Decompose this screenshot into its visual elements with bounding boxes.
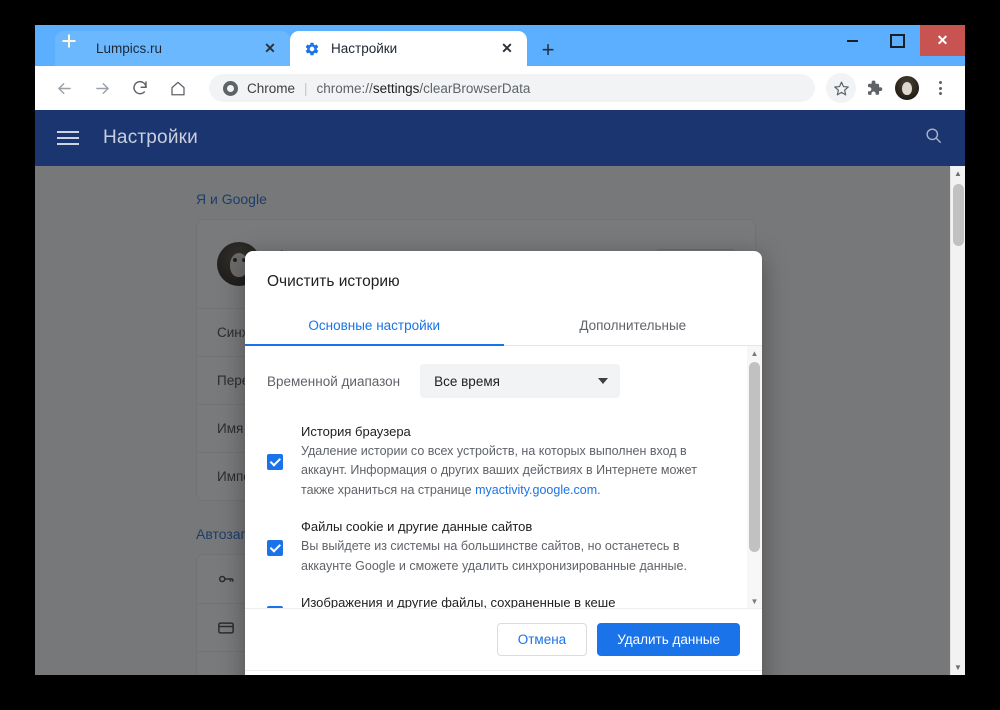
tab-advanced[interactable]: Дополнительные — [504, 305, 763, 345]
scroll-down-arrow-icon[interactable]: ▼ — [747, 594, 762, 608]
time-range-value: Все время — [434, 373, 500, 389]
cancel-button[interactable]: Отмена — [496, 623, 588, 656]
checkbox-item-cached-images[interactable]: Изображения и другие файлы, сохраненные … — [267, 594, 732, 609]
checkbox-description: Вы выйдете из системы на большинстве сай… — [301, 539, 687, 573]
browser-window: Lumpics.ru ✕ Настройки ✕ + ✕ Chrome | ch… — [35, 25, 965, 675]
address-bar[interactable]: Chrome | chrome://settings/clearBrowserD… — [209, 74, 815, 102]
tab-title: Lumpics.ru — [96, 41, 163, 56]
maximize-button[interactable] — [875, 25, 920, 56]
page-title: Настройки — [103, 127, 198, 148]
checkbox-browsing-history[interactable] — [267, 454, 283, 471]
page-scrollbar[interactable]: ▲ ▼ — [950, 166, 965, 675]
chevron-down-icon — [598, 378, 609, 384]
time-range-label: Временной диапазон — [267, 373, 401, 389]
browser-menu-icon[interactable] — [925, 73, 955, 103]
time-range-row: Временной диапазон Все время — [267, 364, 732, 398]
chrome-logo-icon — [223, 80, 238, 96]
bookmark-star-icon[interactable] — [826, 73, 856, 103]
checkbox-title: Изображения и другие файлы, сохраненные … — [301, 594, 616, 609]
omnibox-url-strong: settings — [372, 80, 420, 96]
dialog-account-row: ⟳ Andrew P. Синхронизация с and.rew.lptw… — [245, 670, 762, 675]
omnibox-scheme-label: Chrome — [247, 80, 296, 96]
delete-data-button[interactable]: Удалить данные — [597, 623, 740, 656]
dialog-scrollbar[interactable]: ▲ ▼ — [747, 346, 762, 608]
close-window-button[interactable]: ✕ — [920, 25, 965, 56]
checkbox-item-cookies[interactable]: Файлы cookie и другие данные сайтов Вы в… — [267, 519, 732, 576]
settings-page: Настройки Я и Google ⟳ A… С… — [35, 110, 965, 675]
dialog-scroll-area: Временной диапазон Все время История бра… — [245, 346, 762, 609]
window-controls: ✕ — [830, 25, 965, 56]
dialog-title: Очистить историю — [267, 273, 400, 290]
tab-basic[interactable]: Основные настройки — [245, 305, 504, 345]
tab-strip: Lumpics.ru ✕ Настройки ✕ + ✕ — [35, 25, 965, 66]
checkbox-title: Файлы cookie и другие данные сайтов — [301, 519, 533, 535]
settings-header: Настройки — [35, 110, 965, 166]
time-range-select[interactable]: Все время — [420, 364, 621, 398]
tab-title: Настройки — [331, 41, 398, 56]
lumpics-favicon-icon — [69, 41, 85, 57]
omnibox-url-suffix: /clearBrowserData — [419, 80, 531, 96]
search-icon[interactable] — [924, 126, 943, 150]
extensions-puzzle-icon[interactable] — [859, 73, 889, 103]
dialog-tabs: Основные настройки Дополнительные — [245, 305, 762, 346]
scroll-up-arrow-icon[interactable]: ▲ — [747, 346, 762, 360]
profile-avatar[interactable] — [892, 73, 922, 103]
checkbox-item-browsing-history[interactable]: История браузера Удаление истории со все… — [267, 424, 732, 500]
scroll-down-arrow-icon[interactable]: ▼ — [951, 660, 965, 675]
back-icon[interactable] — [49, 73, 79, 103]
checkbox-title: История браузера — [301, 424, 411, 439]
checkbox-description: Удаление истории со всех устройств, на к… — [301, 444, 697, 497]
gear-icon — [304, 41, 320, 57]
scrollbar-thumb[interactable] — [749, 362, 760, 552]
scroll-up-arrow-icon[interactable]: ▲ — [951, 166, 965, 181]
scrollbar-thumb[interactable] — [953, 184, 964, 246]
tab-close-icon[interactable]: ✕ — [260, 39, 280, 59]
checkbox-cached-images[interactable] — [267, 605, 283, 608]
tab-close-icon[interactable]: ✕ — [497, 39, 517, 59]
dialog-actions: Отмена Удалить данные — [245, 609, 762, 670]
myactivity-link[interactable]: myactivity.google.com — [475, 483, 597, 497]
checkbox-cookies[interactable] — [267, 539, 283, 556]
tab-lumpics[interactable]: Lumpics.ru ✕ — [55, 31, 290, 66]
reload-icon[interactable] — [125, 73, 155, 103]
omnibox-divider: | — [304, 80, 308, 96]
forward-icon[interactable] — [87, 73, 117, 103]
minimize-button[interactable] — [830, 25, 875, 56]
tab-settings[interactable]: Настройки ✕ — [290, 31, 527, 66]
settings-body: Я и Google ⟳ A… С… лючить — [35, 166, 965, 675]
clear-browsing-data-dialog: Очистить историю Основные настройки Допо… — [245, 251, 762, 675]
omnibox-url-prefix: chrome:// — [316, 80, 373, 96]
hamburger-icon[interactable] — [57, 131, 79, 145]
home-icon[interactable] — [163, 73, 193, 103]
new-tab-button[interactable]: + — [535, 37, 561, 63]
browser-toolbar: Chrome | chrome://settings/clearBrowserD… — [35, 66, 965, 110]
